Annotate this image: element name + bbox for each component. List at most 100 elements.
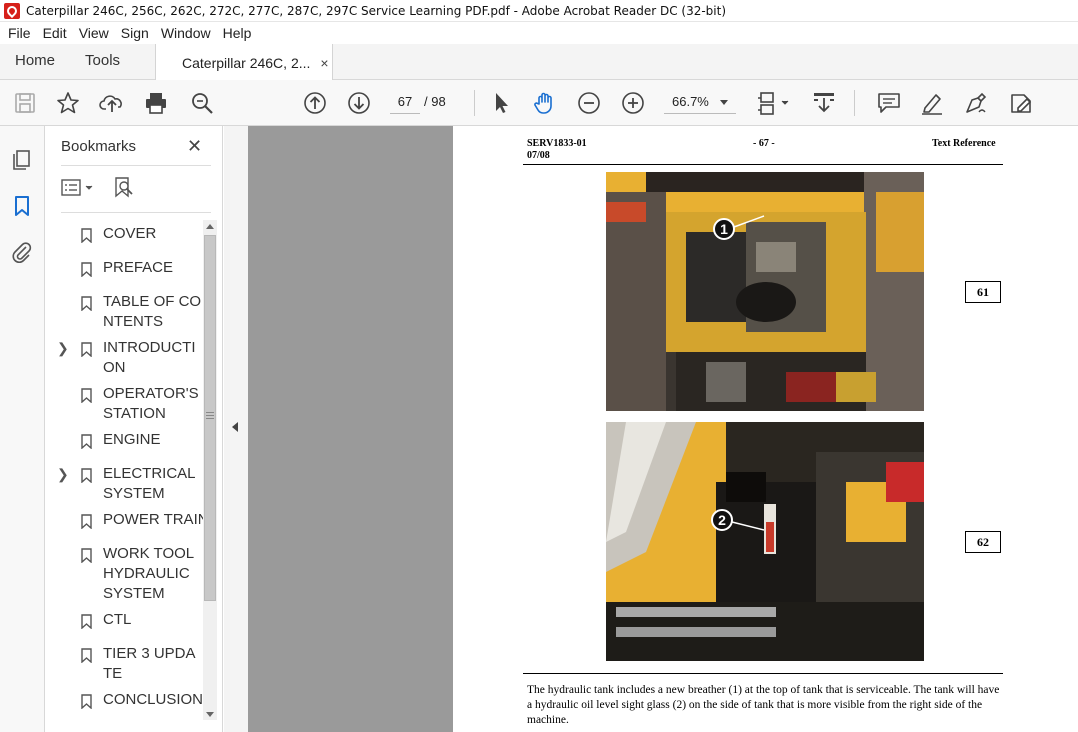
bookmark-label: OPERATOR'S STATION — [103, 385, 199, 422]
bookmark-icon — [81, 342, 92, 357]
bookmark-label: COVER — [103, 225, 157, 242]
callout-2-label: 2 — [718, 512, 726, 528]
page-total: / 98 — [424, 94, 446, 109]
close-icon[interactable]: ✕ — [187, 136, 202, 157]
bookmark-label: PREFACE — [103, 259, 174, 276]
bookmark-label: ENGINE — [103, 431, 161, 448]
collapse-panel-icon[interactable] — [232, 422, 238, 432]
doc-date: 07/08 — [527, 150, 550, 161]
bookmark-icon — [81, 228, 92, 243]
header-rule — [523, 164, 1003, 165]
bookmark-icon — [81, 548, 92, 563]
document-viewer[interactable]: SERV1833-01 07/08 - 67 - Text Reference — [248, 126, 1078, 732]
window-title: Caterpillar 246C, 256C, 262C, 272C, 277C… — [26, 3, 727, 18]
main-toolbar: 67 / 98 66.7% — [0, 80, 1078, 126]
bookmark-options-icon[interactable] — [61, 178, 97, 198]
figure-number-62: 62 — [965, 531, 1001, 553]
scroll-mode-icon[interactable] — [811, 90, 837, 116]
hand-tool-icon[interactable] — [532, 90, 558, 116]
menu-window[interactable]: Window — [161, 25, 211, 41]
find-bookmark-icon[interactable] — [113, 176, 135, 200]
figure-62-photo: 2 — [606, 422, 924, 661]
menu-edit[interactable]: Edit — [43, 25, 67, 41]
bookmark-label: INTRODUCTION — [103, 339, 196, 376]
acrobat-app-icon — [4, 2, 20, 19]
menu-help[interactable]: Help — [223, 25, 252, 41]
title-bar: Caterpillar 246C, 256C, 262C, 272C, 277C… — [0, 0, 1078, 22]
bookmark-icon — [81, 434, 92, 449]
fill-sign-icon[interactable] — [1008, 90, 1034, 116]
zoom-search-icon[interactable] — [189, 90, 215, 116]
chevron-right-icon[interactable]: ❯ — [57, 340, 69, 357]
bookmarks-panel: Bookmarks ✕ COVER PREFACE TABLE OF CONTE… — [45, 126, 223, 732]
upload-cloud-icon[interactable] — [99, 90, 125, 116]
chevron-down-icon — [720, 100, 728, 105]
attachments-icon[interactable] — [10, 240, 34, 264]
tab-document-label: Caterpillar 246C, 2... — [182, 54, 311, 71]
next-page-icon[interactable] — [346, 90, 372, 116]
page-thumbnails-icon[interactable] — [10, 148, 34, 172]
bookmark-icon — [81, 648, 92, 663]
page-layout-icon[interactable] — [756, 90, 792, 116]
save-icon[interactable] — [12, 90, 38, 116]
previous-page-icon[interactable] — [302, 90, 328, 116]
page-header-left: SERV1833-01 07/08 — [527, 138, 587, 162]
bookmark-icon — [81, 468, 92, 483]
page-number-input[interactable]: 67 — [390, 90, 420, 114]
chevron-right-icon[interactable]: ❯ — [57, 466, 69, 483]
figure-number-61: 61 — [965, 281, 1001, 303]
navigation-rail — [0, 126, 45, 732]
menu-view[interactable]: View — [79, 25, 109, 41]
figure-61-photo: 1 — [606, 172, 924, 411]
menu-file[interactable]: File — [8, 25, 31, 41]
bookmark-icon — [81, 262, 92, 277]
comment-icon[interactable] — [876, 90, 902, 116]
bookmark-icon — [81, 694, 92, 709]
doc-id: SERV1833-01 — [527, 138, 587, 149]
print-icon[interactable] — [143, 90, 169, 116]
scroll-down-icon[interactable] — [206, 712, 214, 717]
toolbar-divider — [854, 90, 855, 116]
zoom-in-icon[interactable] — [620, 90, 646, 116]
bookmark-icon — [81, 514, 92, 529]
page-header-center: - 67 - — [753, 138, 775, 149]
tab-document[interactable]: Caterpillar 246C, 2... × — [155, 44, 333, 81]
body-rule — [523, 673, 1003, 674]
tab-tools[interactable]: Tools — [70, 44, 135, 79]
bookmark-label: CONCLUSION — [103, 691, 204, 708]
highlight-pen-icon[interactable] — [919, 90, 945, 116]
panel-splitter[interactable] — [224, 126, 248, 732]
toolbar-divider — [474, 90, 475, 116]
bookmark-label: ELECTRICAL SYSTEM — [103, 465, 195, 502]
divider — [61, 212, 211, 213]
bookmark-icon — [81, 296, 92, 311]
tab-close-button[interactable]: × — [320, 55, 328, 71]
bookmarks-title: Bookmarks — [61, 138, 137, 155]
page-body-text: The hydraulic tank includes a new breath… — [527, 684, 1000, 726]
sign-icon[interactable] — [963, 90, 989, 116]
pdf-page: SERV1833-01 07/08 - 67 - Text Reference — [453, 126, 1078, 732]
tab-home[interactable]: Home — [0, 44, 70, 79]
select-cursor-icon[interactable] — [488, 90, 514, 116]
bookmark-label: TABLE OF CONTENTS — [103, 293, 202, 330]
bookmark-icon — [81, 388, 92, 403]
bookmark-icon — [81, 614, 92, 629]
bookmark-label: TIER 3 UPDATE — [103, 645, 196, 682]
page-header-right: Text Reference — [932, 138, 996, 149]
scrollbar-grip — [206, 412, 214, 413]
callout-1-label: 1 — [720, 221, 728, 237]
divider — [61, 165, 211, 166]
tab-bar: Home Tools Caterpillar 246C, 2... × — [0, 44, 1078, 81]
bookmark-label: WORK TOOL HYDRAULIC SYSTEM — [103, 545, 194, 602]
zoom-level-value: 66.7% — [672, 94, 709, 109]
bookmark-label: POWER TRAIN — [103, 511, 209, 528]
star-icon[interactable] — [55, 90, 81, 116]
bookmarks-panel-icon[interactable] — [10, 194, 34, 218]
menu-sign[interactable]: Sign — [121, 25, 149, 41]
scroll-up-icon[interactable] — [206, 224, 214, 229]
zoom-level-select[interactable]: 66.7% — [664, 90, 736, 114]
bookmark-label: CTL — [103, 611, 132, 628]
menu-bar: File Edit View Sign Window Help — [0, 22, 1078, 44]
scrollbar-thumb[interactable] — [204, 235, 216, 601]
zoom-out-icon[interactable] — [576, 90, 602, 116]
